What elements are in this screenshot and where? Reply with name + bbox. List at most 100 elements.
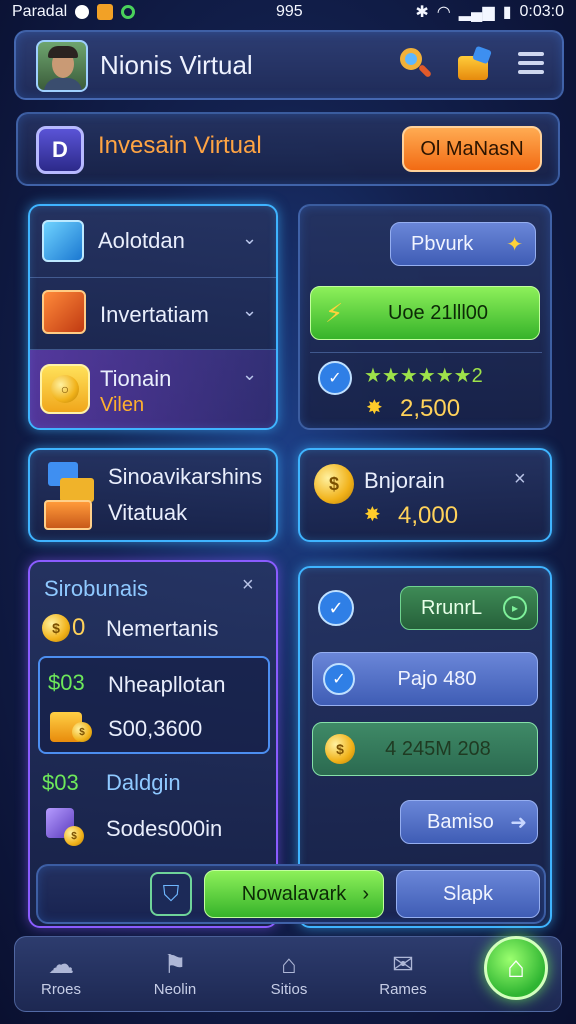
- nowalavark-button[interactable]: Nowalavark ›: [204, 870, 384, 918]
- sparkle-icon: ✦: [506, 233, 523, 256]
- nav-item-neolin[interactable]: ⚑ Neolin: [135, 947, 215, 998]
- pajo-button[interactable]: ✓ Pajo 480: [312, 652, 538, 706]
- dice-icon: $: [46, 808, 84, 846]
- nav-label: Rames: [379, 981, 427, 998]
- chevron-right-icon: ›: [362, 882, 369, 905]
- search-icon[interactable]: [398, 46, 433, 80]
- blue-cube-icon: [42, 220, 84, 262]
- menu-item-label: Invertatiam: [100, 302, 209, 327]
- spark-icon: ✸: [364, 504, 381, 526]
- menu-item-tionain[interactable]: ○ Tionain Vilen ⌄: [30, 350, 276, 428]
- bonus-amount: 4,000: [398, 502, 459, 529]
- clock: 0:03:0: [519, 3, 564, 20]
- status-bar: Paradal 995 ✱ ◠ ▂▄▆ ▮ 0:03:0: [0, 0, 576, 24]
- pbvurk-label: Pbvurk: [411, 232, 474, 255]
- bonus-title: Bnjorain: [364, 468, 445, 493]
- menu-item-invertatiam[interactable]: Invertatiam ⌄: [30, 278, 276, 350]
- nav-item-sitios[interactable]: ⌂ Sitios: [249, 947, 329, 998]
- gold-chest-icon: $: [50, 710, 94, 746]
- green-claim-label: Uoe 21lll00: [387, 301, 489, 324]
- shield-logo-icon: D: [36, 126, 84, 174]
- chevron-down-icon: ⌄: [242, 300, 258, 320]
- avatar[interactable]: [36, 40, 88, 92]
- battery-icon: ▮: [502, 4, 512, 21]
- menu-item-aolotdan[interactable]: Aolotdan ⌄: [30, 206, 276, 278]
- shield-icon[interactable]: ⛉: [150, 872, 192, 916]
- nowalavark-label: Nowalavark: [241, 882, 347, 905]
- list-row-nemertanis[interactable]: $ 0 Nemertanis: [42, 612, 268, 648]
- nav-item-rames[interactable]: ✉ Rames: [363, 947, 443, 998]
- orange-crate-icon: [42, 290, 86, 334]
- app-notification-icon-orange: [97, 4, 114, 20]
- bamiso-button[interactable]: Bamiso ➜: [400, 800, 538, 844]
- rrunrl-label: RrunrL: [421, 596, 483, 619]
- shop-card[interactable]: Sinoavikarshins Vitatuak: [28, 448, 278, 542]
- bottom-action-bar: ⛉ Nowalavark › Slapk: [36, 864, 546, 924]
- gold-coin-icon: $: [325, 734, 355, 764]
- menu-item-label: Tionain: [100, 366, 172, 391]
- treasure-box-icon[interactable]: [456, 45, 492, 82]
- nav-label: Rroes: [40, 981, 81, 998]
- row-prefix: 0: [72, 614, 86, 641]
- spark-icon: ✸: [366, 397, 383, 419]
- list-row-sodes[interactable]: $ Sodes000in: [42, 806, 268, 850]
- gold-coin-icon: $: [314, 464, 354, 504]
- check-badge-icon: ✓: [318, 361, 352, 395]
- chevron-down-icon: ⌄: [242, 364, 258, 384]
- banner-button[interactable]: Ol MaNasN: [402, 126, 542, 172]
- nav-item-rroes[interactable]: ☁ Rroes: [21, 947, 101, 998]
- rrunrl-button[interactable]: RrunrL ▸: [400, 586, 538, 630]
- menu-item-sublabel: Vilen: [100, 394, 145, 416]
- featured-item-box[interactable]: $03 Nheapllotan $ S00,3600: [38, 656, 270, 754]
- shop-line2: Vitatuak: [108, 500, 188, 525]
- list-title: Sirobunais: [44, 576, 148, 601]
- row-label: Daldgin: [106, 770, 181, 795]
- menu-icon[interactable]: [518, 52, 544, 76]
- bottom-nav: ☁ Rroes ⚑ Neolin ⌂ Sitios ✉ Rames: [14, 936, 562, 1012]
- close-icon[interactable]: ×: [514, 468, 526, 491]
- nav-label: Neolin: [153, 981, 197, 998]
- wifi-icon: ◠: [436, 4, 451, 21]
- menu-item-label: Aolotdan: [98, 228, 185, 253]
- amount-label: 4 245M 208: [385, 737, 491, 760]
- item-label: Nheapllotan: [108, 672, 226, 697]
- home-button[interactable]: ⌂: [484, 936, 548, 1000]
- signal-icon: ▂▄▆: [458, 4, 495, 21]
- lightning-icon: ⚡: [325, 297, 344, 328]
- bonus-card[interactable]: $ Bnjorain × ✸ 4,000: [298, 448, 552, 542]
- gold-coin-icon: $: [42, 614, 70, 642]
- row-label: Sodes000in: [106, 816, 223, 841]
- mail-icon: ✉: [392, 949, 414, 979]
- check-badge-icon: ✓: [323, 663, 355, 695]
- close-icon[interactable]: ×: [242, 574, 254, 597]
- header-bar: Nionis Virtual: [14, 30, 564, 100]
- chevron-down-icon: ⌄: [242, 228, 258, 248]
- row-label: Nemertanis: [106, 616, 219, 641]
- check-badge-icon: ✓: [318, 590, 354, 626]
- pbvurk-button[interactable]: Pbvurk ✦: [390, 222, 536, 266]
- green-claim-button[interactable]: ⚡ Uoe 21lll00: [310, 286, 540, 340]
- banner-title: Invesain Virtual: [98, 132, 262, 159]
- status-center-text: 995: [276, 3, 303, 20]
- slapk-button[interactable]: Slapk: [396, 870, 540, 918]
- list-row-daldgin[interactable]: $03 Daldgin: [42, 766, 268, 802]
- bluetooth-icon: ✱: [415, 4, 429, 21]
- play-circle-icon: ▸: [503, 596, 527, 620]
- pajo-label: Pajo 480: [397, 667, 477, 690]
- flag-icon: ⚑: [163, 949, 187, 979]
- star-rating: ★★★★★★2: [364, 365, 483, 387]
- building-icon: ⌂: [281, 949, 297, 979]
- app-notification-icon: [75, 5, 90, 19]
- reward-panel: Pbvurk ✦ ⚡ Uoe 21lll00 ✓ ★★★★★★2 ✸ 2,500: [298, 204, 552, 430]
- category-menu: Aolotdan ⌄ Invertatiam ⌄ ○ Tionain Vilen…: [28, 204, 278, 430]
- banner-panel: D Invesain Virtual Ol MaNasN: [16, 112, 560, 186]
- gold-coin-card-icon: ○: [40, 364, 90, 414]
- shop-line1: Sinoavikarshins: [108, 464, 263, 489]
- nav-label: Sitios: [270, 981, 308, 998]
- chest-stack-icon: [42, 460, 98, 532]
- item-value: S00,3600: [108, 716, 203, 741]
- arrow-right-icon: ➜: [510, 811, 527, 834]
- amount-button[interactable]: $ 4 245M 208: [312, 722, 538, 776]
- carrier-label: Paradal: [12, 3, 68, 20]
- bamiso-label: Bamiso: [427, 810, 494, 833]
